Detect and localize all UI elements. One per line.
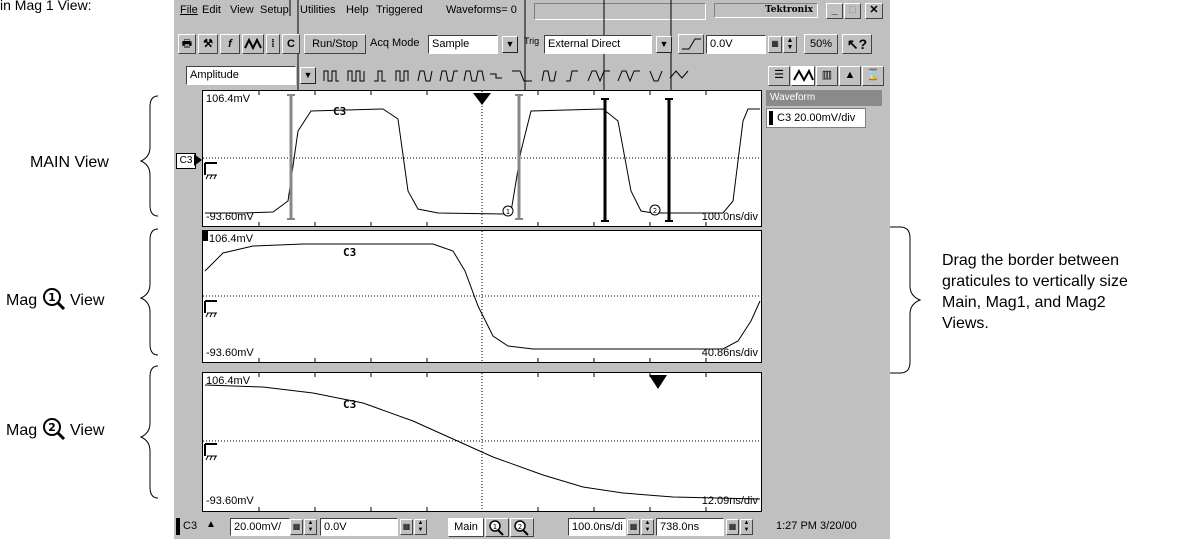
offset-keypad-icon[interactable]: ▦ (400, 519, 413, 535)
waveform-icon[interactable] (242, 34, 264, 54)
annotation-top-left: in Mag 1 View: (0, 0, 92, 13)
main-trace-label: C3 (333, 105, 347, 118)
mag1-icon: 1 (42, 288, 65, 311)
main-scale-label: 100.0ns/div (701, 211, 758, 223)
mag2-scale-label: 12.09ns/div (701, 495, 758, 507)
trig-slope-icon[interactable] (678, 34, 704, 54)
measurement-icons[interactable] (320, 66, 756, 86)
channel-marker-c3[interactable]: C3 (176, 153, 196, 169)
mag1-button-icon: 1 (489, 520, 504, 536)
mag2-bottom-label: -93.60mV (206, 495, 254, 507)
mag1-grid (203, 231, 761, 362)
cursor-icon[interactable]: ⁞ (266, 34, 280, 54)
horizontal-scale-field[interactable]: 100.0ns/di (568, 518, 626, 536)
svg-text:2: 2 (653, 207, 657, 215)
mag2-view-graticule[interactable]: 106.4mV C3 -93.60mV 12.09ns/div (202, 372, 762, 512)
mag1-bottom-label: -93.60mV (206, 347, 254, 359)
bottom-bar: C3 ▲ 20.00mV/ ▦ ▲ ▼ 0.0V ▦ ▲ ▼ Main 1 2 10… (174, 514, 890, 539)
tools-icon[interactable]: ⚒ (198, 34, 218, 54)
channel-up-arrow-icon[interactable]: ▲ (206, 519, 216, 530)
mag1-view-brace (139, 228, 159, 356)
scope-window: File Edit View Setup Utilities Help Trig… (174, 0, 890, 539)
mag1-view-graticule[interactable]: 106.4mV C3 -93.60mV 40.86ns/div (202, 230, 762, 363)
waveform-view-icon[interactable] (791, 66, 815, 86)
delay-field[interactable]: 738.0ns (656, 518, 724, 536)
left-strip (174, 88, 202, 514)
xy-icon[interactable]: ⌛ (862, 66, 884, 86)
offset-field[interactable]: 0.0V (320, 518, 398, 536)
delay-spinner[interactable]: ▲ ▼ (740, 519, 753, 535)
channel-marker-arrow (194, 154, 202, 166)
mag2-view-brace (139, 365, 159, 499)
svg-text:1: 1 (48, 291, 56, 304)
mag1-top-label: 106.4mV (209, 233, 254, 245)
mag1-trace-label: C3 (343, 246, 357, 259)
svg-text:1: 1 (493, 523, 497, 531)
drag-note-line-4: Views. (942, 315, 989, 332)
svg-text:1: 1 (506, 208, 510, 216)
svg-text:2: 2 (48, 421, 56, 434)
help-icon[interactable]: ↖? (842, 34, 872, 54)
mag2-trace-label: C3 (343, 398, 357, 411)
mag1-scale-label: 40.86ns/div (701, 347, 758, 359)
vscale-spinner[interactable]: ▲ ▼ (304, 519, 317, 535)
acq-mode-dropdown[interactable]: ▼ (502, 36, 518, 53)
vscale-keypad-icon[interactable]: ▦ (290, 519, 303, 535)
waveform-entry[interactable]: C3 20.00mV/div (766, 108, 866, 128)
measurement-select[interactable]: Amplitude (186, 66, 296, 85)
drag-note-line-2: graticules to vertically size (942, 273, 1128, 290)
trig-label: Trig (524, 36, 540, 46)
mag2-grid (203, 373, 761, 511)
trig-source-select[interactable]: External Direct (544, 35, 652, 54)
trig-level-field[interactable]: 0.0V (706, 35, 766, 54)
mag1-view-label: Mag 1 View (6, 288, 104, 311)
hscale-spinner[interactable]: ▲ ▼ (641, 519, 654, 535)
channel-swatch (176, 518, 180, 535)
offset-spinner[interactable]: ▲ ▼ (414, 519, 427, 535)
main-bottom-label: -93.60mV (206, 211, 254, 223)
drag-note-line-3: Main, Mag1, and Mag2 (942, 294, 1106, 311)
main-view-label: MAIN View (30, 154, 109, 171)
trig-source-dropdown[interactable]: ▼ (656, 36, 672, 53)
main-view-button[interactable]: Main (448, 518, 484, 537)
main-view-graticule[interactable]: 1 2 106.4mV C3 -93.60mV 100.0ns/div (202, 90, 762, 227)
waveform-tab[interactable]: Waveform (766, 90, 882, 106)
lines-icon[interactable]: ☰ (768, 66, 790, 86)
vertical-scale-field[interactable]: 20.00mV/ (230, 518, 290, 536)
measurement-dropdown[interactable]: ▼ (300, 67, 316, 84)
acq-mode-label: Acq Mode (370, 37, 420, 49)
delay-keypad-icon[interactable]: ▦ (726, 519, 739, 535)
keypad-icon[interactable]: ▦ (768, 36, 782, 53)
bottom-channel-label[interactable]: C3 (183, 520, 197, 532)
mag2-view-button[interactable]: 2 (510, 518, 534, 537)
mag2-button-icon: 2 (514, 520, 529, 536)
main-top-label: 106.4mV (206, 93, 251, 105)
channel-color-swatch (769, 111, 773, 125)
svg-text:2: 2 (518, 523, 522, 531)
function-icon[interactable]: f (220, 34, 240, 54)
mag2-view-label: Mag 2 View (6, 418, 104, 441)
run-stop-button[interactable]: Run/Stop (304, 34, 366, 54)
mag2-icon: 2 (42, 418, 65, 441)
mag1-view-button[interactable]: 1 (485, 518, 509, 537)
main-grid: 1 2 (203, 91, 761, 226)
drag-note: Drag the border between graticules to ve… (942, 250, 1128, 334)
hscale-keypad-icon[interactable]: ▦ (627, 519, 640, 535)
table-icon[interactable]: ▥ (816, 66, 838, 86)
trig-level-spinner[interactable]: ▲ ▼ (783, 36, 797, 53)
drag-note-line-1: Drag the border between (942, 252, 1119, 269)
acq-mode-select[interactable]: Sample (428, 35, 498, 54)
right-panel (762, 88, 890, 514)
mag2-top-label: 106.4mV (206, 375, 251, 387)
histogram-icon[interactable]: ▲ (839, 66, 861, 86)
clock-display: 1:27 PM 3/20/00 (776, 520, 857, 532)
print-icon[interactable]: 🖶 (178, 34, 196, 54)
c-button[interactable]: C (282, 34, 300, 54)
zoom-button[interactable]: 50% (804, 34, 838, 54)
main-view-brace (139, 95, 159, 217)
